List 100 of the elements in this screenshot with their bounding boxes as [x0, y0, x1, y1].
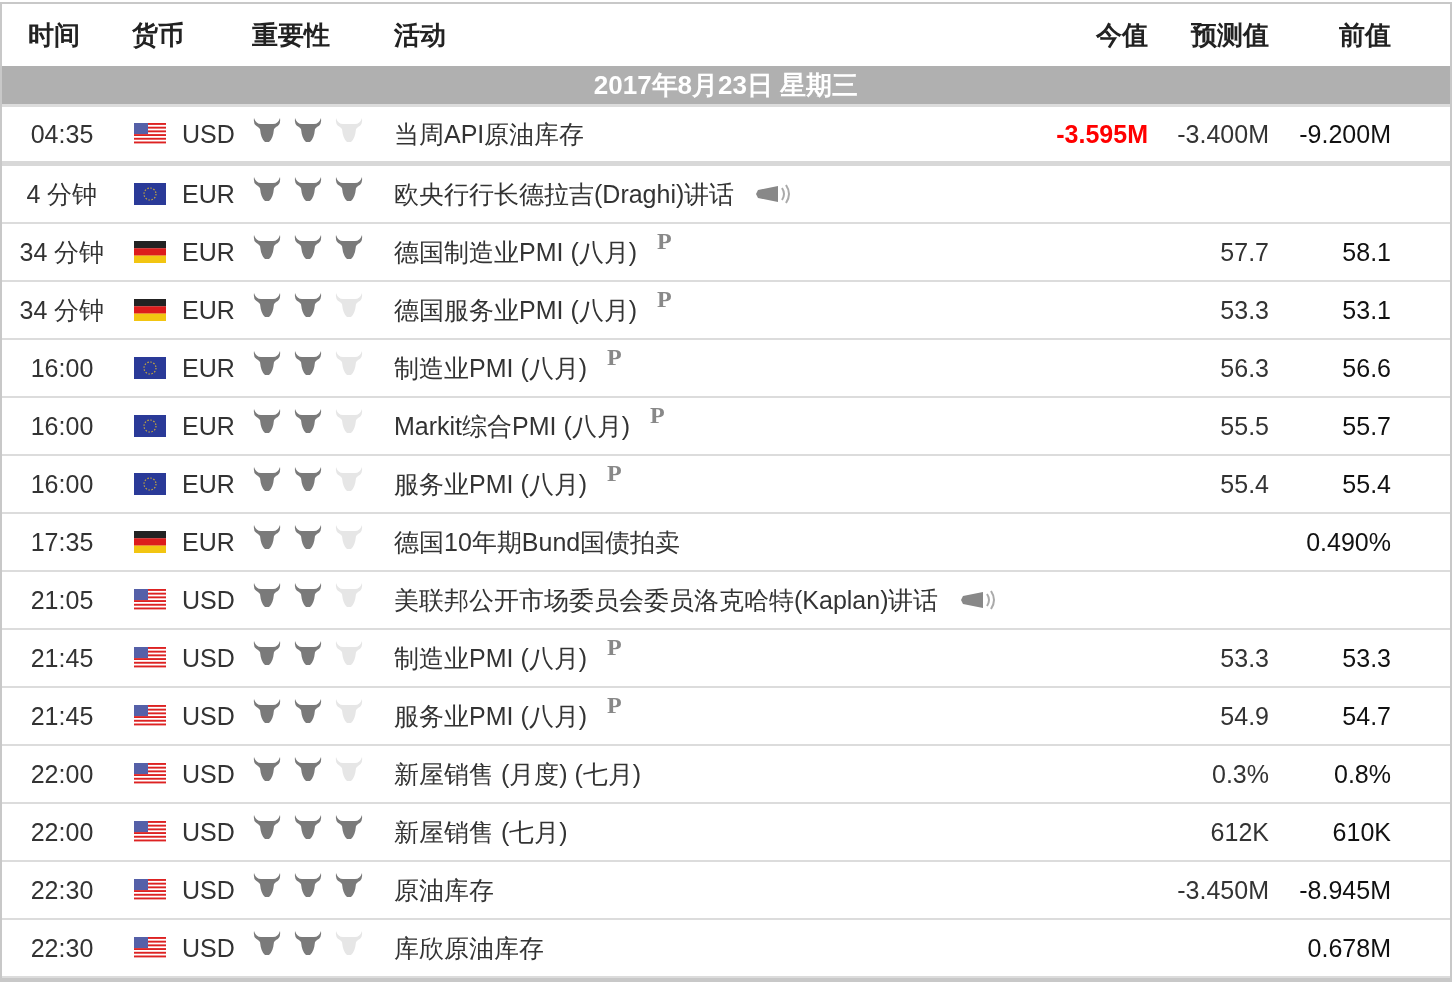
bull-icon — [252, 234, 282, 260]
bull-icon — [293, 640, 323, 666]
forecast-value: 53.3 — [1219, 643, 1269, 673]
forecast-value: 55.4 — [1219, 469, 1269, 499]
bull-icon — [293, 872, 323, 898]
forecast-value: 55.5 — [1219, 411, 1269, 441]
flag-icon — [134, 357, 166, 379]
bull-icon — [252, 292, 282, 318]
previous-value: 610K — [1331, 817, 1391, 847]
event-name: 原油库存 — [394, 874, 494, 906]
column-header: 前值 — [1338, 18, 1391, 52]
bull-icon — [252, 872, 282, 898]
bull-icon — [334, 234, 364, 260]
time-cell-text: 16:00 — [29, 353, 95, 383]
bull-icon — [252, 117, 282, 143]
previous-value: 0.490% — [1305, 527, 1391, 557]
column-header: 预测值 — [1189, 18, 1269, 52]
bull-icon — [293, 582, 323, 608]
currency-cell-text: USD — [181, 701, 236, 731]
previous-value: -9.200M — [1298, 119, 1391, 149]
previous-value: 54.7 — [1341, 701, 1391, 731]
bull-icon — [252, 698, 282, 724]
column-header: 时间 — [27, 18, 81, 52]
bull-icon — [252, 756, 282, 782]
event-name: 库欣原油库存 — [394, 932, 544, 964]
bull-icon — [252, 408, 282, 434]
bull-icon — [293, 350, 323, 376]
bull-icon — [334, 872, 364, 898]
flag-icon — [134, 123, 166, 145]
empty-bull-icon — [334, 350, 364, 376]
currency-cell-text: USD — [181, 759, 236, 789]
flag-icon — [134, 647, 166, 669]
bull-icon — [252, 176, 282, 202]
time-cell-text: 22:30 — [29, 933, 95, 963]
event-name: 服务业PMI (八月) — [394, 468, 588, 500]
empty-bull-icon — [334, 698, 364, 724]
currency-cell-text: EUR — [181, 527, 236, 557]
currency-cell-text: EUR — [181, 411, 236, 441]
previous-value: 0.678M — [1306, 933, 1391, 963]
event-name: 制造业PMI (八月) — [394, 642, 588, 674]
previous-value: 55.7 — [1341, 411, 1391, 441]
currency-cell-text: EUR — [181, 237, 236, 267]
time-cell-text: 22:00 — [29, 817, 95, 847]
event-name: Markit综合PMI (八月) — [394, 410, 631, 442]
bull-icon — [293, 756, 323, 782]
bull-icon — [293, 524, 323, 550]
previous-value: 56.6 — [1341, 353, 1391, 383]
forecast-value: 56.3 — [1219, 353, 1269, 383]
flag-icon — [134, 821, 166, 843]
empty-bull-icon — [334, 466, 364, 492]
event-name: 欧央行行长德拉吉(Draghi)讲话 — [394, 178, 735, 210]
previous-value: 53.1 — [1341, 295, 1391, 325]
column-header: 今值 — [1095, 18, 1148, 52]
time-cell-text: 22:00 — [29, 759, 95, 789]
empty-bull-icon — [334, 930, 364, 956]
bull-icon — [293, 698, 323, 724]
flag-icon — [134, 531, 166, 553]
forecast-value: 53.3 — [1219, 295, 1269, 325]
forecast-value: 54.9 — [1219, 701, 1269, 731]
bull-icon — [293, 176, 323, 202]
empty-bull-icon — [334, 582, 364, 608]
preliminary-tag: P — [657, 227, 672, 255]
bull-icon — [252, 524, 282, 550]
currency-cell-text: USD — [181, 585, 236, 615]
flag-icon — [134, 415, 166, 437]
bull-icon — [334, 814, 364, 840]
time-cell-text: 16:00 — [29, 469, 95, 499]
bull-icon — [252, 814, 282, 840]
flag-icon — [134, 589, 166, 611]
preliminary-tag: P — [650, 401, 665, 429]
bull-icon — [252, 350, 282, 376]
column-header: 活动 — [393, 18, 447, 52]
preliminary-tag: P — [607, 343, 622, 371]
forecast-value: 57.7 — [1219, 237, 1269, 267]
bull-icon — [293, 466, 323, 492]
time-cell-text: 21:45 — [29, 643, 95, 673]
time-cell-text: 21:45 — [29, 701, 95, 731]
flag-icon — [134, 705, 166, 727]
flag-icon — [134, 763, 166, 785]
currency-cell-text: USD — [181, 875, 236, 905]
currency-cell-text: USD — [181, 119, 236, 149]
bull-icon — [293, 234, 323, 260]
bull-icon — [293, 814, 323, 840]
bull-icon — [252, 466, 282, 492]
bull-icon — [293, 292, 323, 318]
currency-cell-text: EUR — [181, 179, 236, 209]
time-cell-text: 21:05 — [29, 585, 95, 615]
flag-icon — [134, 937, 166, 959]
currency-cell-text: USD — [181, 643, 236, 673]
previous-value: 55.4 — [1341, 469, 1391, 499]
time-cell-text: 4 分钟 — [25, 178, 99, 210]
flag-icon — [134, 241, 166, 263]
time-cell-text: 17:35 — [29, 527, 95, 557]
column-header: 重要性 — [252, 18, 331, 52]
forecast-value: -3.450M — [1176, 875, 1269, 905]
time-cell-text: 16:00 — [29, 411, 95, 441]
bull-icon — [252, 582, 282, 608]
event-name: 制造业PMI (八月) — [394, 352, 588, 384]
empty-bull-icon — [334, 408, 364, 434]
bull-icon — [293, 408, 323, 434]
